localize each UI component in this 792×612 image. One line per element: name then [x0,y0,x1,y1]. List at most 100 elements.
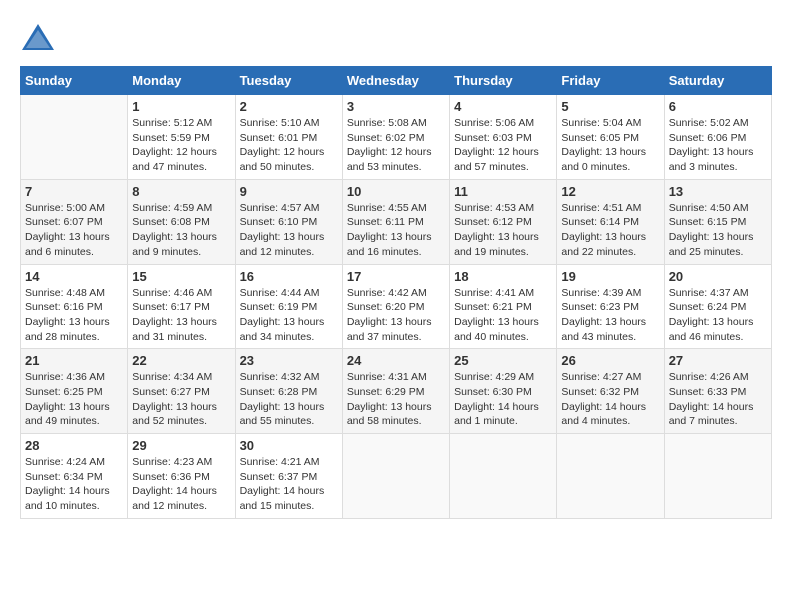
day-cell: 9 Sunrise: 4:57 AM Sunset: 6:10 PM Daylig… [235,179,342,264]
day-cell [664,434,771,519]
day-number: 26 [561,353,659,368]
day-info: Sunrise: 5:02 AM Sunset: 6:06 PM Dayligh… [669,116,767,175]
week-row-3: 14 Sunrise: 4:48 AM Sunset: 6:16 PM Dayli… [21,264,772,349]
day-info: Sunrise: 4:36 AM Sunset: 6:25 PM Dayligh… [25,370,123,429]
day-info: Sunrise: 4:46 AM Sunset: 6:17 PM Dayligh… [132,286,230,345]
week-row-2: 7 Sunrise: 5:00 AM Sunset: 6:07 PM Daylig… [21,179,772,264]
day-info: Sunrise: 4:59 AM Sunset: 6:08 PM Dayligh… [132,201,230,260]
day-number: 29 [132,438,230,453]
day-info: Sunrise: 4:53 AM Sunset: 6:12 PM Dayligh… [454,201,552,260]
day-cell: 22Sunrise: 4:34 AM Sunset: 6:27 PM Dayli… [128,349,235,434]
day-number: 20 [669,269,767,284]
day-cell: 26 Sunrise: 4:27 AM Sunset: 6:32 PM Dayli… [557,349,664,434]
logo [20,20,62,56]
day-info: Sunrise: 4:42 AM Sunset: 6:20 PM Dayligh… [347,286,445,345]
day-number: 3 [347,99,445,114]
day-info: Sunrise: 4:50 AM Sunset: 6:15 PM Dayligh… [669,201,767,260]
day-cell: 28Sunrise: 4:24 AM Sunset: 6:34 PM Dayli… [21,434,128,519]
day-cell: 23 Sunrise: 4:32 AM Sunset: 6:28 PM Dayli… [235,349,342,434]
day-info: Sunrise: 5:00 AM Sunset: 6:07 PM Dayligh… [25,201,123,260]
day-info: Sunrise: 4:29 AM Sunset: 6:30 PM Dayligh… [454,370,552,429]
day-number: 25 [454,353,552,368]
day-cell: 17 Sunrise: 4:42 AM Sunset: 6:20 PM Dayli… [342,264,449,349]
day-info: Sunrise: 5:08 AM Sunset: 6:02 PM Dayligh… [347,116,445,175]
weekday-header-sunday: Sunday [21,67,128,95]
calendar-header: SundayMondayTuesdayWednesdayThursdayFrid… [21,67,772,95]
calendar-table: SundayMondayTuesdayWednesdayThursdayFrid… [20,66,772,519]
day-number: 27 [669,353,767,368]
day-cell: 7 Sunrise: 5:00 AM Sunset: 6:07 PM Daylig… [21,179,128,264]
day-number: 4 [454,99,552,114]
day-cell: 30Sunrise: 4:21 AM Sunset: 6:37 PM Dayli… [235,434,342,519]
day-cell: 24 Sunrise: 4:31 AM Sunset: 6:29 PM Dayli… [342,349,449,434]
day-number: 23 [240,353,338,368]
day-number: 14 [25,269,123,284]
day-cell: 4 Sunrise: 5:06 AM Sunset: 6:03 PM Daylig… [450,95,557,180]
day-cell [21,95,128,180]
day-info: Sunrise: 5:10 AM Sunset: 6:01 PM Dayligh… [240,116,338,175]
day-info: Sunrise: 4:44 AM Sunset: 6:19 PM Dayligh… [240,286,338,345]
day-info: Sunrise: 5:04 AM Sunset: 6:05 PM Dayligh… [561,116,659,175]
day-cell: 6Sunrise: 5:02 AM Sunset: 6:06 PM Daylig… [664,95,771,180]
day-number: 2 [240,99,338,114]
week-row-5: 28Sunrise: 4:24 AM Sunset: 6:34 PM Dayli… [21,434,772,519]
weekday-header-saturday: Saturday [664,67,771,95]
day-number: 9 [240,184,338,199]
week-row-4: 21 Sunrise: 4:36 AM Sunset: 6:25 PM Dayli… [21,349,772,434]
day-cell: 8 Sunrise: 4:59 AM Sunset: 6:08 PM Daylig… [128,179,235,264]
calendar-body: 1Sunrise: 5:12 AM Sunset: 5:59 PM Daylig… [21,95,772,519]
logo-icon [20,20,56,56]
page-header [20,20,772,56]
day-info: Sunrise: 4:55 AM Sunset: 6:11 PM Dayligh… [347,201,445,260]
day-number: 16 [240,269,338,284]
day-cell: 21 Sunrise: 4:36 AM Sunset: 6:25 PM Dayli… [21,349,128,434]
day-info: Sunrise: 4:41 AM Sunset: 6:21 PM Dayligh… [454,286,552,345]
day-info: Sunrise: 4:27 AM Sunset: 6:32 PM Dayligh… [561,370,659,429]
day-number: 11 [454,184,552,199]
day-number: 7 [25,184,123,199]
day-number: 19 [561,269,659,284]
day-info: Sunrise: 4:32 AM Sunset: 6:28 PM Dayligh… [240,370,338,429]
day-number: 13 [669,184,767,199]
day-number: 10 [347,184,445,199]
weekday-header-tuesday: Tuesday [235,67,342,95]
day-cell: 14 Sunrise: 4:48 AM Sunset: 6:16 PM Dayli… [21,264,128,349]
day-number: 5 [561,99,659,114]
day-cell: 18 Sunrise: 4:41 AM Sunset: 6:21 PM Dayli… [450,264,557,349]
day-cell: 13 Sunrise: 4:50 AM Sunset: 6:15 PM Dayli… [664,179,771,264]
weekday-header-thursday: Thursday [450,67,557,95]
day-cell: 25 Sunrise: 4:29 AM Sunset: 6:30 PM Dayli… [450,349,557,434]
day-info: Sunrise: 4:51 AM Sunset: 6:14 PM Dayligh… [561,201,659,260]
day-info: Sunrise: 5:12 AM Sunset: 5:59 PM Dayligh… [132,116,230,175]
week-row-1: 1Sunrise: 5:12 AM Sunset: 5:59 PM Daylig… [21,95,772,180]
day-cell [450,434,557,519]
weekday-header-wednesday: Wednesday [342,67,449,95]
day-number: 17 [347,269,445,284]
day-info: Sunrise: 4:26 AM Sunset: 6:33 PM Dayligh… [669,370,767,429]
day-info: Sunrise: 4:48 AM Sunset: 6:16 PM Dayligh… [25,286,123,345]
day-number: 18 [454,269,552,284]
day-cell: 1Sunrise: 5:12 AM Sunset: 5:59 PM Daylig… [128,95,235,180]
day-cell: 5 Sunrise: 5:04 AM Sunset: 6:05 PM Daylig… [557,95,664,180]
day-cell: 16 Sunrise: 4:44 AM Sunset: 6:19 PM Dayli… [235,264,342,349]
day-number: 24 [347,353,445,368]
day-info: Sunrise: 5:06 AM Sunset: 6:03 PM Dayligh… [454,116,552,175]
day-cell: 12 Sunrise: 4:51 AM Sunset: 6:14 PM Dayli… [557,179,664,264]
day-number: 8 [132,184,230,199]
day-number: 28 [25,438,123,453]
day-cell: 29 Sunrise: 4:23 AM Sunset: 6:36 PM Dayli… [128,434,235,519]
day-number: 30 [240,438,338,453]
day-info: Sunrise: 4:23 AM Sunset: 6:36 PM Dayligh… [132,455,230,514]
day-cell [557,434,664,519]
day-info: Sunrise: 4:34 AM Sunset: 6:27 PM Dayligh… [132,370,230,429]
day-info: Sunrise: 4:31 AM Sunset: 6:29 PM Dayligh… [347,370,445,429]
day-cell: 2 Sunrise: 5:10 AM Sunset: 6:01 PM Daylig… [235,95,342,180]
day-cell: 11 Sunrise: 4:53 AM Sunset: 6:12 PM Dayli… [450,179,557,264]
day-info: Sunrise: 4:57 AM Sunset: 6:10 PM Dayligh… [240,201,338,260]
day-number: 12 [561,184,659,199]
day-cell: 20Sunrise: 4:37 AM Sunset: 6:24 PM Dayli… [664,264,771,349]
day-number: 15 [132,269,230,284]
day-cell: 15 Sunrise: 4:46 AM Sunset: 6:17 PM Dayli… [128,264,235,349]
day-number: 21 [25,353,123,368]
day-cell: 19Sunrise: 4:39 AM Sunset: 6:23 PM Dayli… [557,264,664,349]
